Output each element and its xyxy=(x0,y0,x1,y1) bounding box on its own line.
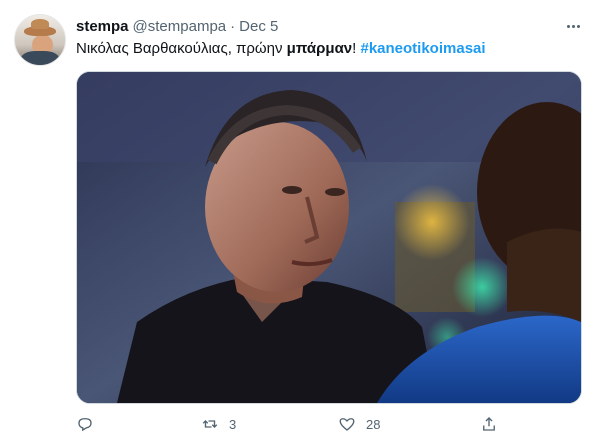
share-button[interactable] xyxy=(480,412,498,436)
tweet-text-exclamation: ! xyxy=(352,40,357,57)
more-dot-icon xyxy=(566,24,570,28)
tweet-media-image[interactable] xyxy=(76,71,582,404)
tweet-text: Νικόλας Βαρθακούλιας, πρώην μπάρμαν! #ka… xyxy=(76,39,486,59)
like-count: 28 xyxy=(366,416,381,432)
retweet-button[interactable]: 3 xyxy=(201,412,236,436)
avatar-hat-top-shape xyxy=(31,19,49,29)
media-photo-illustration xyxy=(77,72,581,403)
reply-icon xyxy=(78,418,92,432)
more-options-button[interactable] xyxy=(562,16,584,36)
like-button[interactable]: 28 xyxy=(338,412,380,436)
display-name[interactable]: stempa xyxy=(76,18,129,35)
retweet-count: 3 xyxy=(229,416,237,432)
tweet-header: stempa @stempampa · Dec 5 xyxy=(76,16,278,36)
avatar[interactable] xyxy=(14,14,66,66)
more-dot-icon xyxy=(576,24,580,28)
tweet-text-bold-word: μπάρμαν xyxy=(286,40,353,57)
more-dot-icon xyxy=(571,24,575,28)
separator-dot: · xyxy=(230,17,236,35)
tweet-text-part: Νικόλας Βαρθακούλιας, πρώην xyxy=(76,40,287,57)
tweet-actions-bar: 3 28 xyxy=(76,412,506,436)
reply-button[interactable] xyxy=(76,412,94,436)
avatar-shirt-shape xyxy=(21,51,59,65)
user-handle[interactable]: @stempampa xyxy=(133,18,227,35)
retweet-icon xyxy=(202,420,218,428)
tweet-date[interactable]: Dec 5 xyxy=(239,18,278,35)
share-icon xyxy=(483,417,495,431)
tweet-card[interactable]: stempa @stempampa · Dec 5 Νικόλας Βαρθακ… xyxy=(0,0,598,447)
heart-icon xyxy=(339,418,355,431)
hashtag-link[interactable]: #kaneotikoimasai xyxy=(360,40,485,57)
